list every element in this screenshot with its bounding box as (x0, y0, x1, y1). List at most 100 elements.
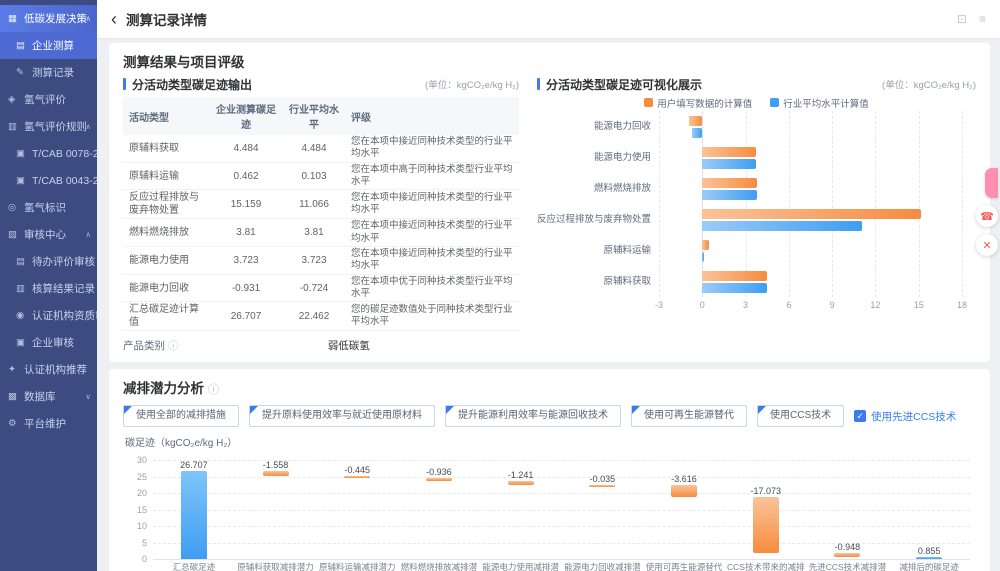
waterfall-bar (753, 497, 779, 553)
enterprise-calc-icon: ▤ (16, 40, 29, 51)
measure-button-5[interactable]: 使用CCS技术 (757, 405, 844, 427)
table-cell: -0.931 (209, 274, 283, 302)
sidebar-item-hydrogen-eval[interactable]: ◈氢气评价 (0, 86, 97, 113)
table-cell: 能源电力使用 (123, 247, 209, 275)
table-cell: 原辅料获取 (123, 135, 209, 162)
legend-item[interactable]: 行业平均水平计算值 (770, 95, 869, 110)
legend-swatch (644, 98, 653, 107)
measure-button-4[interactable]: 使用可再生能源替代 (631, 405, 747, 427)
sidebar: ▦低碳发展决策∧▤企业测算✎测算记录◈氢气评价▥氢气评价规则∧▣T/CAB 00… (0, 0, 97, 571)
sidebar-item-database[interactable]: ▩数据库∨ (0, 383, 97, 410)
y-tick-label: 30 (123, 455, 147, 465)
floating-service-button[interactable]: ☎ (976, 205, 998, 227)
hydrogen-label-icon: ◎ (8, 202, 21, 213)
tcab-0043-2025-icon: ▣ (16, 175, 29, 186)
sidebar-item-pending-eval-audit[interactable]: ▤待办评价审核 (0, 248, 97, 275)
grid-line (875, 111, 876, 297)
sidebar-item-label: 认证机构推荐 (24, 362, 87, 377)
sidebar-item-label: 氢气标识 (24, 200, 66, 215)
table-cell: 22.462 (283, 302, 345, 331)
table-head: 活动类型企业测算碳足迹行业平均水平评级 (123, 97, 519, 135)
measure-buttons-row: 使用全部的减排措施提升原料使用效率与就近使用原材料提升能源利用效率与能源回收技术… (123, 404, 976, 428)
x-tick-label: -3 (647, 300, 671, 310)
bar-value-label: 26.707 (153, 460, 235, 470)
bar-category-label: 能源电力使用减排潜力 (480, 562, 562, 571)
waterfall-bar (671, 485, 697, 497)
accounting-result-records-icon: ▥ (16, 283, 29, 294)
table-cell: 您在本项中高于同种技术类型行业平均水平 (345, 162, 519, 190)
table-body: 原辅料获取4.4844.484您在本项中接近同种技术类型的行业平均水平原辅料运输… (123, 135, 519, 331)
user-value-bar (689, 116, 702, 126)
sidebar-item-label: 企业测算 (32, 38, 74, 53)
bar-category-label: 能源电力回收减排潜力 (562, 562, 644, 571)
grid-line (153, 493, 970, 494)
bar-value-label: -0.035 (562, 474, 644, 484)
sidebar-item-label: T/CAB 0043-2025 (32, 175, 97, 187)
sidebar-item-enterprise-audit[interactable]: ▣企业审核 (0, 329, 97, 356)
bar-category-label: 燃料燃烧排放减排潜力 (398, 562, 480, 571)
table-cell: 您在本项中接近同种技术类型的行业平均水平 (345, 190, 519, 219)
table-cell: 您在本项中优于同种技术类型行业平均水平 (345, 274, 519, 302)
measure-button-2[interactable]: 提升原料使用效率与就近使用原材料 (249, 405, 435, 427)
sidebar-item-calc-records[interactable]: ✎测算记录 (0, 59, 97, 86)
sidebar-item-hydrogen-label[interactable]: ◎氢气标识 (0, 194, 97, 221)
bar-category-label: 原辅料运输减排潜力 (316, 562, 398, 571)
table-cell: 0.462 (209, 162, 283, 190)
grid-line (702, 111, 703, 297)
sidebar-item-label: 审核中心 (24, 227, 66, 242)
sidebar-item-audit-center[interactable]: ▧审核中心∧ (0, 221, 97, 248)
reduction-waterfall-chart: 05101520253026.707汇总碳足迹-1.558原辅料获取减排潜力-0… (123, 449, 976, 571)
waterfall-bar (181, 471, 207, 559)
sidebar-item-low-carbon-decision[interactable]: ▦低碳发展决策∧ (0, 5, 97, 32)
activity-bar-chart: -30369121518能源电力回收能源电力使用燃料燃烧排放反应过程排放与废弃物… (537, 111, 976, 313)
measure-button-3[interactable]: 提升能源利用效率与能源回收技术 (445, 405, 621, 427)
table-row: 燃料燃烧排放3.813.81您在本项中接近同种技术类型的行业平均水平 (123, 219, 519, 247)
sidebar-item-tcab-0043-2025[interactable]: ▣T/CAB 0043-2025 (0, 167, 97, 194)
table-cell: 您在本项中接近同种技术类型的行业平均水平 (345, 247, 519, 275)
topbar-icons: ⊡ ≡ (957, 12, 986, 26)
product-category-value: 弱低碳氢 (179, 338, 520, 353)
y-tick-label: 0 (123, 554, 147, 564)
measure-button-1[interactable]: 使用全部的减排措施 (123, 405, 239, 427)
info-icon[interactable]: ⓘ (168, 340, 179, 352)
x-tick-label: 18 (950, 300, 974, 310)
grid-line (659, 111, 660, 297)
sidebar-item-accounting-result-records[interactable]: ▥核算结果记录 (0, 275, 97, 302)
info-icon[interactable]: ⓘ (208, 384, 219, 396)
fullscreen-icon[interactable]: ⊡ (957, 12, 967, 26)
back-button[interactable]: ‹ (111, 10, 117, 28)
sidebar-item-enterprise-calc[interactable]: ▤企业测算 (0, 32, 97, 59)
sidebar-item-platform-maintenance[interactable]: ⚙平台维护 (0, 410, 97, 437)
table-cell: 原辅料运输 (123, 162, 209, 190)
cert-org-recommend-icon: ✦ (8, 364, 21, 375)
column-header: 活动类型 (123, 97, 209, 135)
bar-value-label: -1.558 (235, 460, 317, 470)
floating-close-button[interactable]: ✕ (976, 234, 998, 256)
y-tick-label: 20 (123, 488, 147, 498)
advanced-ccs-checkbox[interactable]: ✓ 使用先进CCS技术 (854, 409, 956, 424)
sidebar-item-cert-org-recommend[interactable]: ✦认证机构推荐 (0, 356, 97, 383)
y-tick-label: 10 (123, 521, 147, 531)
caret-icon: ∧ (86, 122, 92, 131)
sidebar-item-tcab-0078-2020[interactable]: ▣T/CAB 0078-2020 (0, 140, 97, 167)
waterfall-bar (508, 481, 534, 485)
bar-category-label: 汇总碳足迹 (153, 562, 235, 571)
bar-value-label: 0.855 (888, 546, 970, 556)
platform-maintenance-icon: ⚙ (8, 418, 21, 429)
x-tick-label: 15 (907, 300, 931, 310)
bar-category-label: 减排后的碳足迹 (888, 562, 970, 571)
legend-item[interactable]: 用户填写数据的计算值 (644, 95, 752, 110)
column-header: 评级 (345, 97, 519, 135)
hydrogen-eval-icon: ◈ (8, 94, 21, 105)
more-icon[interactable]: ≡ (979, 12, 986, 26)
advanced-ccs-label: 使用先进CCS技术 (871, 409, 956, 424)
sidebar-item-hydrogen-eval-rules[interactable]: ▥氢气评价规则∧ (0, 113, 97, 140)
waterfall-bar (263, 471, 289, 476)
table-cell: 3.723 (283, 247, 345, 275)
y-tick-label: 25 (123, 472, 147, 482)
sidebar-item-cert-org-qualification-audit[interactable]: ◉认证机构资质审核 (0, 302, 97, 329)
bar-category-label: CCS技术带来的减排潜力 (725, 562, 807, 571)
floating-tab[interactable] (985, 168, 998, 198)
bar-value-label: -0.445 (316, 465, 398, 475)
user-value-bar (702, 147, 756, 157)
